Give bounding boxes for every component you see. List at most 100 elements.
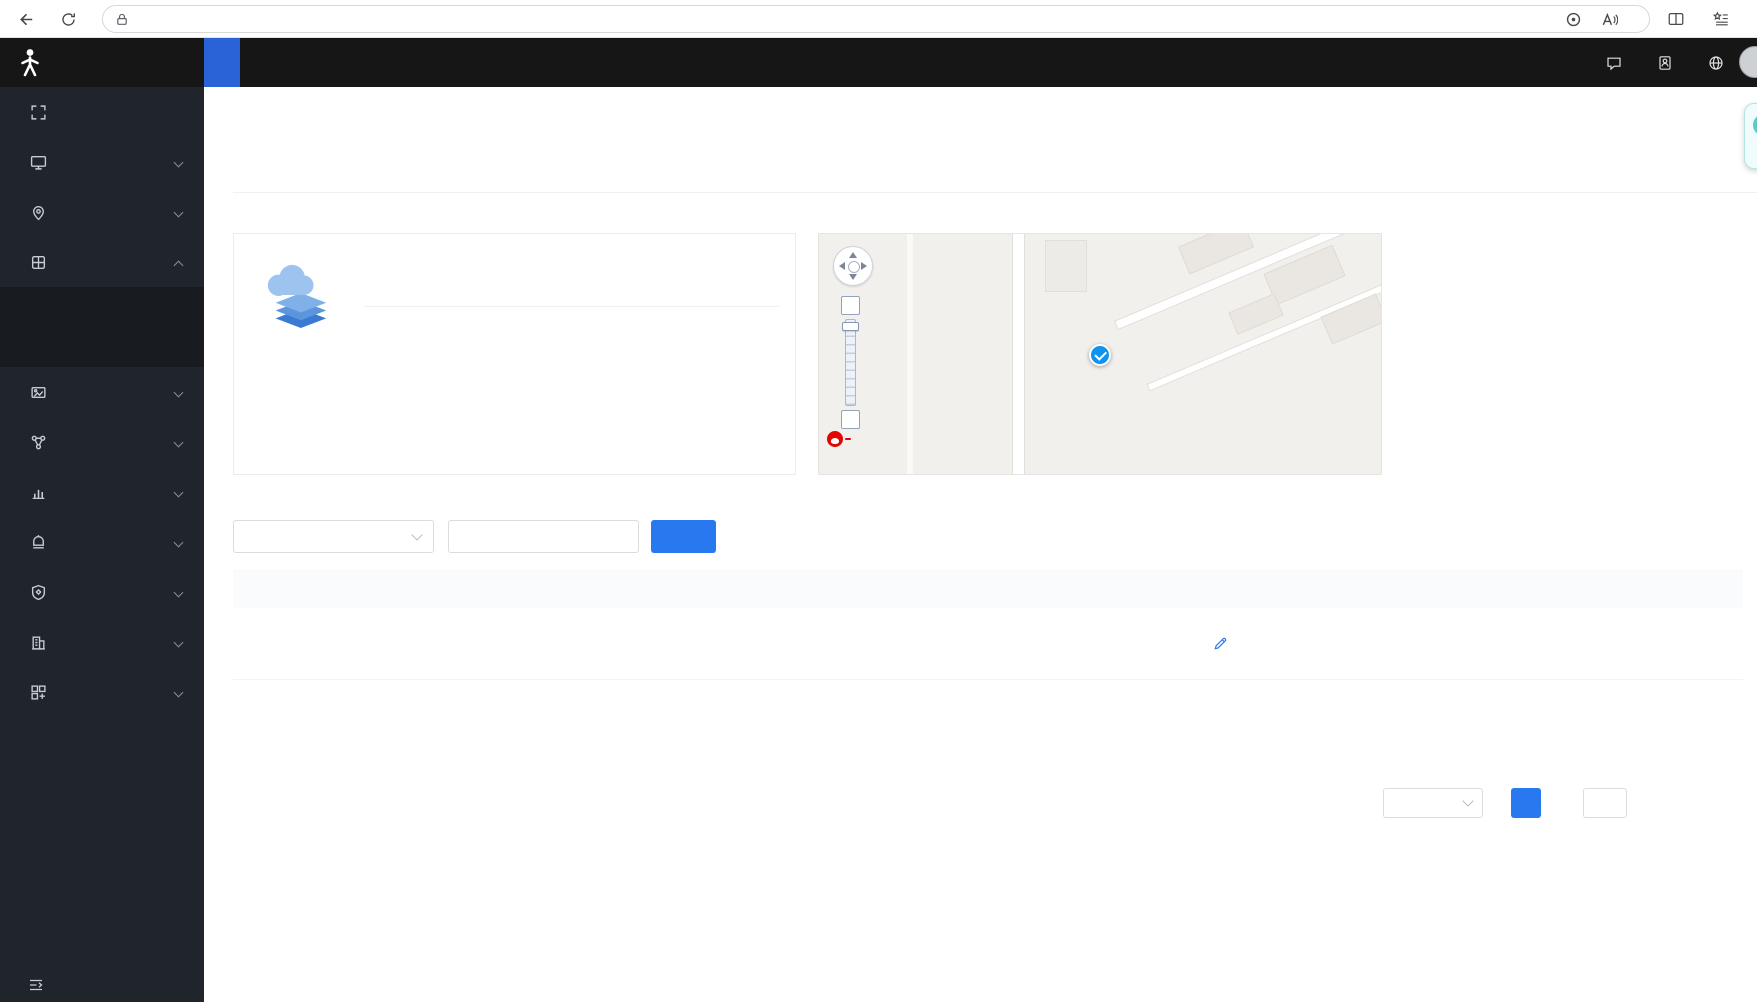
sidebar-item-scene-mgmt[interactable] bbox=[0, 187, 204, 237]
globe-icon bbox=[1709, 55, 1723, 70]
field-tags bbox=[364, 419, 476, 444]
device-mgmt-submenu bbox=[0, 287, 204, 367]
pan-down-icon[interactable] bbox=[849, 274, 857, 280]
edit-value-icon[interactable] bbox=[1213, 636, 1228, 651]
page-1-button[interactable] bbox=[1511, 788, 1541, 818]
field-address bbox=[364, 394, 476, 419]
baidu-map-logo bbox=[825, 429, 851, 449]
collapse-sidebar-icon[interactable] bbox=[28, 977, 44, 993]
chevron-down-icon bbox=[173, 537, 184, 548]
browser-back-button[interactable] bbox=[12, 5, 40, 33]
pagination bbox=[1369, 787, 1627, 819]
device-type-icon bbox=[267, 264, 327, 329]
detail-tabs bbox=[233, 151, 1757, 193]
table-header-row bbox=[233, 569, 1743, 608]
alarm-icon bbox=[33, 534, 44, 549]
tracking-icon[interactable] bbox=[1565, 11, 1582, 28]
sidebar-item-device-template[interactable] bbox=[0, 327, 204, 367]
device-icon bbox=[31, 255, 46, 269]
vas-icon bbox=[31, 584, 46, 600]
header-utilities bbox=[1606, 38, 1731, 87]
device-fields bbox=[364, 319, 476, 469]
scene-icon bbox=[33, 205, 44, 220]
chevron-down-icon bbox=[173, 587, 184, 598]
zoom-out-button[interactable] bbox=[841, 410, 860, 429]
zoom-slider-handle[interactable] bbox=[842, 322, 859, 331]
page-size-select[interactable] bbox=[1383, 788, 1483, 818]
variables-table bbox=[233, 569, 1743, 680]
goto-page-input[interactable] bbox=[1583, 788, 1627, 818]
browser-refresh-button[interactable] bbox=[54, 5, 82, 33]
chevron-down-icon bbox=[173, 387, 184, 398]
permissions-link[interactable] bbox=[1657, 55, 1680, 71]
floating-support-widget[interactable] bbox=[1744, 103, 1757, 169]
nav-tab-dm[interactable] bbox=[240, 38, 276, 87]
main-content bbox=[204, 87, 1757, 1002]
field-template bbox=[364, 344, 476, 369]
field-organization bbox=[364, 319, 476, 344]
sidebar-item-screen-mgmt[interactable] bbox=[0, 137, 204, 187]
sidebar-item-enterprise-config[interactable] bbox=[0, 617, 204, 667]
device-location-marker[interactable] bbox=[1089, 344, 1111, 366]
nav-tab-mall[interactable] bbox=[312, 38, 348, 87]
sidebar-item-value-added-services[interactable] bbox=[0, 567, 204, 617]
chevron-up-icon bbox=[173, 260, 184, 271]
address-bar[interactable] bbox=[102, 5, 1650, 33]
field-gateway bbox=[364, 369, 476, 394]
sidebar-footer bbox=[0, 977, 204, 993]
sidebar-item-device-mgmt[interactable] bbox=[0, 237, 204, 287]
overview-icon bbox=[31, 104, 46, 120]
zoom-slider[interactable] bbox=[845, 319, 856, 406]
table-row bbox=[233, 608, 1743, 680]
zoom-in-button[interactable] bbox=[841, 296, 860, 315]
enterprise-icon bbox=[32, 635, 45, 650]
user-avatar[interactable] bbox=[1739, 46, 1757, 78]
variable-type-select[interactable] bbox=[233, 520, 434, 553]
chevron-down-icon bbox=[1462, 795, 1474, 807]
chevron-down-icon bbox=[173, 487, 184, 498]
collections-icon[interactable] bbox=[1707, 5, 1735, 33]
browser-chrome bbox=[0, 0, 1757, 38]
cell-current-value bbox=[1205, 636, 1607, 651]
chevron-down-icon bbox=[173, 687, 184, 698]
pan-left-icon[interactable] bbox=[839, 262, 845, 270]
sidebar-item-scada-mgmt[interactable] bbox=[0, 417, 204, 467]
device-info-card bbox=[233, 233, 796, 475]
sidebar bbox=[0, 87, 204, 1002]
read-aloud-icon[interactable] bbox=[1601, 11, 1618, 28]
chevron-down-icon bbox=[173, 437, 184, 448]
refresh-icon bbox=[61, 12, 75, 26]
app-logo[interactable] bbox=[0, 38, 204, 87]
nav-tab-sim[interactable] bbox=[276, 38, 312, 87]
chevron-down-icon bbox=[411, 528, 423, 541]
sidebar-item-data-center[interactable] bbox=[0, 467, 204, 517]
map-road bbox=[907, 234, 913, 474]
support-link[interactable] bbox=[1606, 55, 1629, 71]
map-block bbox=[1045, 240, 1087, 292]
lock-icon[interactable] bbox=[115, 12, 129, 27]
usr-person-icon bbox=[21, 48, 39, 76]
split-screen-icon[interactable] bbox=[1662, 5, 1690, 33]
language-switch[interactable] bbox=[1708, 55, 1731, 71]
sidebar-item-overview[interactable] bbox=[0, 87, 204, 137]
variable-search-input[interactable] bbox=[448, 520, 639, 553]
gateway-icon bbox=[31, 386, 46, 398]
chevron-down-icon bbox=[173, 157, 184, 168]
pan-right-icon[interactable] bbox=[861, 262, 867, 270]
map-pan-control[interactable] bbox=[833, 246, 873, 286]
screen-icon bbox=[30, 155, 47, 170]
sidebar-item-extensions[interactable] bbox=[0, 667, 204, 717]
sidebar-item-gateway-mgmt[interactable] bbox=[0, 367, 204, 417]
baidu-paw-icon bbox=[827, 431, 843, 447]
sidebar-item-alarm-linkage[interactable] bbox=[0, 517, 204, 567]
chevron-down-icon bbox=[173, 207, 184, 218]
divider bbox=[364, 306, 779, 307]
badge-icon bbox=[1659, 55, 1671, 70]
query-button[interactable] bbox=[651, 520, 716, 553]
sidebar-item-device-list[interactable] bbox=[0, 287, 204, 327]
pan-up-icon[interactable] bbox=[849, 252, 857, 258]
nav-tab-iot[interactable] bbox=[204, 38, 240, 87]
data-icon bbox=[32, 489, 45, 499]
device-map[interactable] bbox=[818, 233, 1382, 475]
field-description bbox=[364, 444, 476, 469]
